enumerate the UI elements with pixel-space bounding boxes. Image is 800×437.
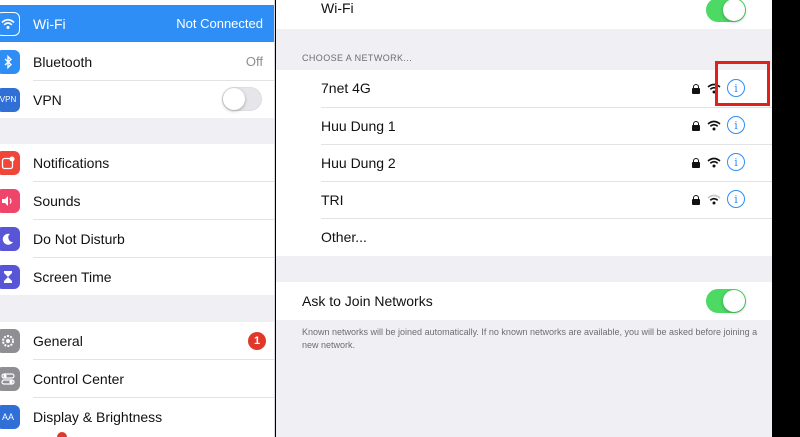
- switches-icon: [0, 366, 20, 391]
- network-row-7net-4g[interactable]: 7net 4G i: [276, 70, 772, 107]
- notifications-icon: [0, 150, 20, 175]
- sidebar-item-label: Do Not Disturb: [33, 230, 125, 247]
- network-list: 7net 4G i Huu Dung 1 i Huu Dung 2 i TRI …: [276, 70, 772, 256]
- sidebar-item-label: Control Center: [33, 370, 125, 387]
- sidebar-item-wifi[interactable]: Wi-Fi Not Connected: [0, 5, 274, 42]
- sidebar-item-bluetooth[interactable]: Bluetooth Off: [0, 43, 274, 80]
- info-icon[interactable]: i: [727, 116, 745, 134]
- bluetooth-status: Off: [245, 54, 263, 69]
- moon-icon: [0, 226, 20, 251]
- network-row-huu-dung-1[interactable]: Huu Dung 1 i: [276, 108, 772, 145]
- ask-to-join-label: Ask to Join Networks: [302, 293, 433, 309]
- section-gap: [0, 118, 274, 144]
- sidebar-item-label: Screen Time: [33, 268, 112, 285]
- notification-badge: 1: [248, 331, 266, 350]
- lock-icon: [692, 158, 700, 168]
- hourglass-icon: [0, 264, 20, 289]
- wifi-settings-panel: Wi-Fi CHOOSE A NETWORK... 7net 4G i Huu …: [276, 0, 772, 437]
- highlight-annotation: [715, 61, 770, 106]
- sidebar-item-label: Bluetooth: [33, 53, 93, 70]
- other-network-label: Other...: [321, 229, 367, 245]
- sounds-icon: [0, 188, 20, 213]
- wifi-signal-icon: [707, 120, 721, 131]
- wifi-label: Wi-Fi: [321, 0, 354, 16]
- wifi-signal-icon: [707, 157, 721, 168]
- network-row-huu-dung-2[interactable]: Huu Dung 2 i: [276, 145, 772, 182]
- sidebar-item-sounds[interactable]: Sounds: [0, 182, 274, 219]
- info-icon[interactable]: i: [727, 153, 745, 171]
- gear-icon: [0, 328, 20, 353]
- info-icon[interactable]: i: [727, 190, 745, 208]
- sidebar-item-label: Notifications: [33, 154, 110, 171]
- wifi-icon: [0, 11, 20, 36]
- sidebar-item-screen-time[interactable]: Screen Time: [0, 258, 274, 295]
- wifi-toggle-row: Wi-Fi: [276, 0, 772, 29]
- text-size-icon: AA: [0, 404, 20, 429]
- network-row-tri[interactable]: TRI i: [276, 182, 772, 219]
- vpn-toggle[interactable]: [222, 87, 262, 111]
- sidebar-item-notifications[interactable]: Notifications: [0, 144, 274, 181]
- ask-to-join-row: Ask to Join Networks: [276, 282, 772, 320]
- next-item-badge: [57, 432, 67, 437]
- wifi-toggle[interactable]: [706, 0, 746, 22]
- sidebar-item-general[interactable]: General 1: [0, 322, 274, 359]
- sidebar-item-label: General: [33, 332, 83, 349]
- lock-icon: [692, 121, 700, 131]
- choose-network-header: CHOOSE A NETWORK...: [302, 53, 413, 63]
- ask-to-join-toggle[interactable]: [706, 289, 746, 313]
- sidebar-item-control-center[interactable]: Control Center: [0, 360, 274, 397]
- screen-edge: [772, 0, 800, 437]
- sidebar-item-vpn[interactable]: VPN VPN: [0, 81, 274, 118]
- section-gap: [0, 295, 274, 322]
- ask-to-join-description: Known networks will be joined automatica…: [302, 327, 758, 350]
- sidebar-item-label: Display & Brightness: [33, 408, 163, 425]
- vpn-icon: VPN: [0, 87, 20, 112]
- lock-icon: [692, 84, 700, 94]
- bluetooth-icon: [0, 49, 20, 74]
- wifi-signal-icon: [707, 194, 721, 205]
- settings-sidebar: Wi-Fi Not Connected Bluetooth Off VPN VP…: [0, 0, 275, 437]
- sidebar-item-display-brightness[interactable]: AA Display & Brightness: [0, 398, 274, 435]
- sidebar-item-label: VPN: [33, 91, 62, 108]
- network-name: TRI: [321, 192, 344, 208]
- sidebar-item-do-not-disturb[interactable]: Do Not Disturb: [0, 220, 274, 257]
- network-name: Huu Dung 1: [321, 118, 396, 134]
- wifi-status: Not Connected: [176, 16, 263, 31]
- sidebar-item-label: Wi-Fi: [33, 15, 66, 32]
- lock-icon: [692, 195, 700, 205]
- sidebar-item-label: Sounds: [33, 192, 81, 209]
- network-name: 7net 4G: [321, 80, 371, 96]
- network-row-other[interactable]: Other...: [276, 219, 772, 256]
- network-name: Huu Dung 2: [321, 155, 396, 171]
